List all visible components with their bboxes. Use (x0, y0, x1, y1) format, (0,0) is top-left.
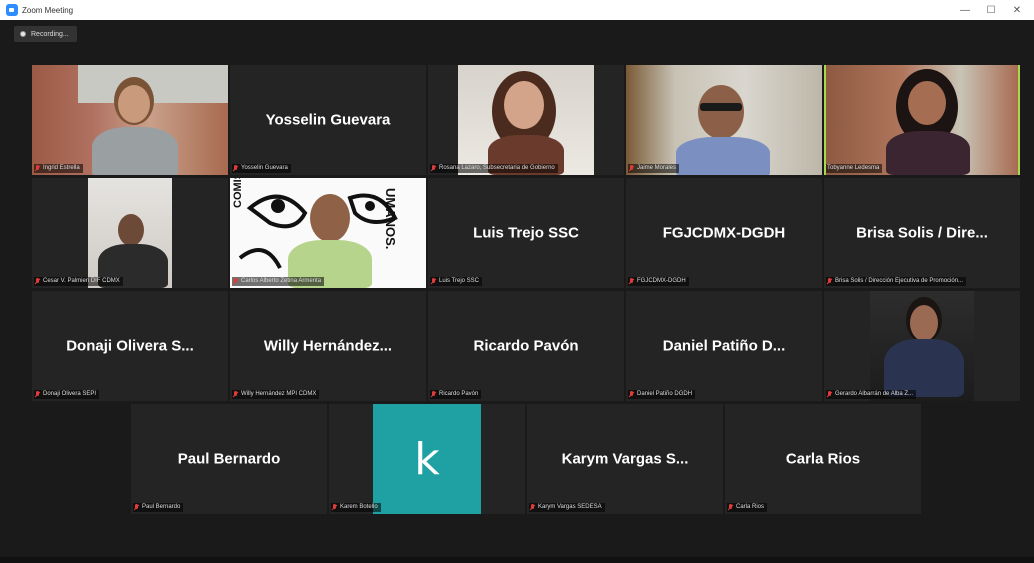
muted-mic-icon (827, 391, 832, 398)
recording-indicator[interactable]: Recording... (14, 26, 77, 42)
record-icon (20, 31, 26, 37)
participant-label: Donaji Olivera SEPI (34, 390, 100, 399)
muted-mic-icon (827, 278, 832, 285)
participant-tile[interactable]: Carla Rios Carla Rios (725, 404, 921, 514)
muted-mic-icon (35, 278, 40, 285)
participant-name: Daniel Patiño D... (662, 337, 786, 355)
participant-label: Willy Hernández MPI CDMX (232, 390, 320, 399)
participant-label: Ricardo Pavón (430, 390, 482, 399)
participant-label: Karym Vargas SEDESA (529, 503, 605, 512)
participant-tile[interactable]: Rosana Lazaro, Subsecretaria de Gobierno (428, 65, 624, 175)
participant-name: Paul Bernardo (177, 450, 281, 468)
muted-mic-icon (728, 504, 733, 511)
muted-mic-icon (431, 391, 436, 398)
participant-name: Brisa Solis / Dire... (856, 224, 988, 242)
participant-label: Yosselin Guevara (232, 164, 291, 173)
minimize-button[interactable]: — (952, 0, 978, 20)
muted-mic-icon (629, 165, 634, 172)
participant-video (458, 65, 594, 175)
participant-tile[interactable]: Jaime Morales (626, 65, 822, 175)
restore-button[interactable]: ☐ (978, 0, 1004, 20)
participant-tile[interactable]: Willy Hernández... Willy Hernández MPI C… (230, 291, 426, 401)
close-button[interactable]: ✕ (1004, 0, 1030, 20)
participant-label: Luis Trejo SSC (430, 277, 483, 286)
participant-name: Yosselin Guevara (265, 111, 391, 129)
participant-video (626, 65, 822, 175)
muted-mic-icon (431, 165, 436, 172)
participant-tile[interactable]: k Karem Botello (329, 404, 525, 514)
bottom-strip (0, 557, 1034, 563)
participant-tile[interactable]: Gerardo Albarrán de Alba Z... (824, 291, 1020, 401)
participant-video (870, 291, 974, 401)
muted-mic-icon (332, 504, 337, 511)
participant-label: Daniel Patiño DGDH (628, 390, 696, 399)
muted-mic-icon (629, 391, 634, 398)
participant-label: Tobyanne Ledesma (826, 164, 883, 173)
participant-label: Ingrid Estrella (34, 164, 83, 173)
participant-tile[interactable]: FGJCDMX-DGDH FGJCDMX-DGDH (626, 178, 822, 288)
participant-tile[interactable]: Paul Bernardo Paul Bernardo (131, 404, 327, 514)
participant-tile[interactable]: Yosselin Guevara Yosselin Guevara (230, 65, 426, 175)
participant-tile[interactable]: Ricardo Pavón Ricardo Pavón (428, 291, 624, 401)
muted-mic-icon (629, 278, 634, 285)
window-controls: — ☐ ✕ (952, 0, 1030, 20)
participant-tile[interactable]: Ingrid Estrella (32, 65, 228, 175)
muted-mic-icon (233, 391, 238, 398)
participant-tile[interactable]: Luis Trejo SSC Luis Trejo SSC (428, 178, 624, 288)
window-titlebar: Zoom Meeting — ☐ ✕ (0, 0, 1034, 20)
participant-video: COMISIÓN UMANOS. (230, 178, 426, 288)
muted-mic-icon (233, 278, 238, 285)
participant-video (826, 65, 1018, 175)
logo-text-right: UMANOS. (383, 188, 398, 250)
muted-mic-icon (431, 278, 436, 285)
participant-name: Ricardo Pavón (473, 337, 579, 355)
participant-label: FGJCDMX-DGDH (628, 277, 689, 286)
participant-label: Carla Rios (727, 503, 768, 512)
muted-mic-icon (530, 504, 535, 511)
participant-name: Donaji Olivera S... (66, 337, 194, 355)
muted-mic-icon (35, 165, 40, 172)
participant-video (88, 178, 172, 288)
muted-mic-icon (233, 165, 238, 172)
participant-tile[interactable]: Cesar V. Palmieri DIF CDMX (32, 178, 228, 288)
participant-label: Paul Bernardo (133, 503, 184, 512)
participant-label: Brisa Solis / Dirección Ejecutiva de Pro… (826, 277, 967, 286)
participant-tile[interactable]: Karym Vargas S... Karym Vargas SEDESA (527, 404, 723, 514)
window-title: Zoom Meeting (22, 5, 74, 15)
logo-text-left: COMISIÓN (232, 178, 244, 208)
participant-label: Jaime Morales (628, 164, 680, 173)
participant-tile[interactable]: Daniel Patiño D... Daniel Patiño DGDH (626, 291, 822, 401)
participant-label: Gerardo Albarrán de Alba Z... (826, 390, 917, 399)
participant-tile-active-speaker[interactable]: Tobyanne Ledesma (824, 65, 1020, 175)
participant-label: Cesar V. Palmieri DIF CDMX (34, 277, 123, 286)
participant-name: Carla Rios (785, 450, 861, 468)
recording-label: Recording... (31, 30, 69, 38)
participant-name: Karym Vargas S... (561, 450, 689, 468)
participant-tile[interactable]: Brisa Solis / Dire... Brisa Solis / Dire… (824, 178, 1020, 288)
participant-name: Willy Hernández... (263, 337, 393, 355)
participant-label: Carlos Alberto Zetina Armenta (232, 277, 325, 286)
meeting-stage: Recording... Ingrid Estrella Yosselin Gu… (0, 20, 1034, 563)
muted-mic-icon (35, 391, 40, 398)
participant-label: Karem Botello (331, 503, 381, 512)
participant-label: Rosana Lazaro, Subsecretaria de Gobierno (430, 164, 558, 173)
participant-name: FGJCDMX-DGDH (662, 224, 786, 242)
participant-video (32, 65, 228, 175)
participant-name: Luis Trejo SSC (473, 224, 579, 242)
participant-tile[interactable]: COMISIÓN UMANOS. Carlos Alberto Zetina A… (230, 178, 426, 288)
participant-tile[interactable]: Donaji Olivera S... Donaji Olivera SEPI (32, 291, 228, 401)
zoom-app-icon (6, 4, 18, 16)
participant-avatar: k (373, 404, 481, 514)
muted-mic-icon (134, 504, 139, 511)
